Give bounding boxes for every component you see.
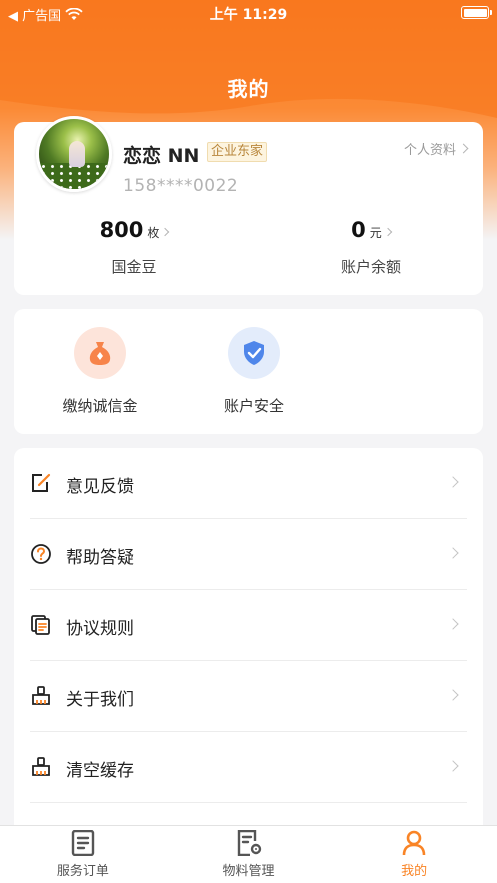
menu-label: 清空缓存 [66,761,134,781]
menu-label: 关于我们 [66,690,134,710]
status-time: 上午 11:29 [209,7,288,23]
stat-label: 账户余额 [340,258,401,276]
chevron-right-icon [447,689,459,701]
pay-deposit-button[interactable]: 缴纳诚信金 [45,327,155,416]
profile-link[interactable]: 个人资料 [403,139,469,158]
broom-icon [32,686,50,705]
tab-label: 我的 [401,864,428,879]
status-bar: ◀ 广告国 上午 11:29 [0,0,497,26]
documents-icon [31,615,50,635]
tab-mine[interactable]: 我的 [331,826,497,883]
chevron-right-icon [161,227,170,237]
menu-label: 意见反馈 [66,477,134,497]
edit-square-icon [32,473,51,492]
stat-label: 国金豆 [111,258,157,276]
menu-item-rules[interactable]: 协议规则 [30,590,467,661]
battery-icon [461,6,492,19]
money-bag-icon [89,342,111,365]
profile-card: 恋恋 NN 企业东家 158****0022 个人资料 800 枚 国金豆 0 … [14,116,483,295]
tab-label: 服务订单 [56,864,109,879]
stat-value: 800 [99,218,144,242]
shield-check-icon [244,341,264,365]
broom-icon [32,757,50,776]
menu-item-clear-cache[interactable]: 清空缓存 [30,732,467,803]
chevron-right-icon [447,618,459,630]
material-settings-icon [237,830,261,856]
action-label: 账户安全 [223,397,284,415]
chevron-right-icon [447,476,459,488]
tab-label: 物料管理 [222,864,275,879]
stat-balance[interactable]: 0 元 账户余额 [291,218,451,277]
menu-item-feedback[interactable]: 意见反馈 [30,448,467,519]
stat-unit: 枚 [147,226,160,240]
order-list-icon [71,830,95,856]
tab-service-orders[interactable]: 服务订单 [0,826,166,883]
page-title: 我的 [227,77,270,101]
quick-actions-card: 缴纳诚信金 账户安全 [14,309,483,434]
menu-list: 意见反馈 帮助答疑 协议规则 关于我们 清空缓存 [14,448,483,828]
chevron-right-icon [458,143,469,154]
chevron-right-icon [383,227,393,237]
tab-material-management[interactable]: 物料管理 [166,826,332,883]
menu-label: 协议规则 [66,619,134,639]
avatar[interactable] [36,116,112,192]
profile-link-label: 个人资料 [403,143,456,158]
question-circle-icon [31,544,51,564]
chevron-right-icon [447,760,459,772]
menu-item-about[interactable]: 关于我们 [30,661,467,732]
menu-label: 帮助答疑 [66,548,134,568]
stat-unit: 元 [369,226,382,240]
account-security-button[interactable]: 账户安全 [199,327,309,416]
action-label: 缴纳诚信金 [62,397,138,415]
menu-item-help[interactable]: 帮助答疑 [30,519,467,590]
tab-bar: 服务订单 物料管理 我的 [0,825,497,883]
chevron-right-icon [447,547,459,559]
person-icon [402,830,426,856]
user-name: 恋恋 NN [123,145,200,167]
user-badge: 企业东家 [207,142,268,162]
user-phone: 158****0022 [123,176,239,196]
stat-beans[interactable]: 800 枚 国金豆 [54,218,214,277]
stat-value: 0 [351,218,366,242]
